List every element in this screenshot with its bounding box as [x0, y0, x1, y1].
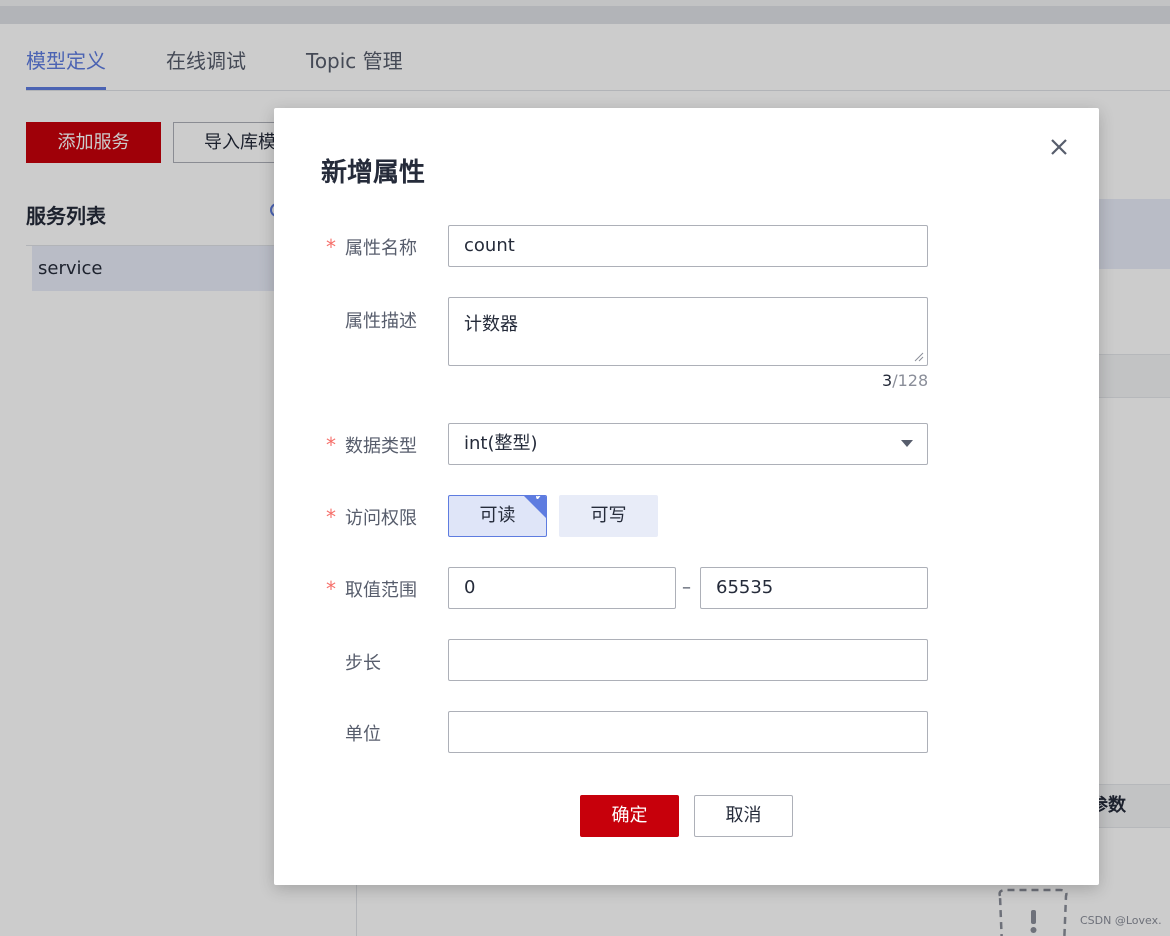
unit-input[interactable]	[448, 711, 928, 753]
range-separator: –	[682, 577, 691, 598]
property-name-label: 属性名称	[345, 238, 417, 259]
step-label: 步长	[345, 653, 381, 674]
access-read-label: 可读	[479, 505, 516, 526]
range-max-input[interactable]: 65535	[700, 567, 928, 609]
step-input[interactable]	[448, 639, 928, 681]
data-type-select[interactable]: int(整型)	[448, 423, 928, 465]
property-name-input[interactable]: count	[448, 225, 928, 267]
access-write-option[interactable]: 可写	[559, 495, 658, 537]
value-range-label: 取值范围	[345, 580, 417, 601]
unit-label: 单位	[345, 724, 381, 745]
data-type-value: int(整型)	[464, 433, 538, 454]
required-mark: *	[326, 433, 336, 457]
access-write-label: 可写	[590, 505, 627, 526]
required-mark: *	[326, 235, 336, 259]
char-max: /128	[892, 371, 929, 390]
property-description-label: 属性描述	[345, 311, 417, 332]
cancel-button[interactable]: 取消	[694, 795, 793, 837]
required-mark: *	[326, 505, 336, 529]
confirm-button[interactable]: 确定	[580, 795, 679, 837]
resize-handle-icon[interactable]	[914, 352, 924, 362]
char-count: 3	[882, 371, 893, 390]
access-read-option[interactable]: 可读 ✔	[448, 495, 547, 537]
close-icon[interactable]	[1048, 136, 1070, 158]
chevron-down-icon	[901, 440, 913, 447]
dialog-title: 新增属性	[321, 158, 426, 188]
char-counter: 3/128	[882, 371, 928, 390]
description-value: 计数器	[464, 314, 518, 335]
property-description-textarea[interactable]: 计数器	[448, 297, 928, 366]
access-label: 访问权限	[345, 508, 417, 529]
check-icon: ✔	[534, 495, 544, 503]
required-mark: *	[326, 577, 336, 601]
add-property-dialog: 新增属性 * 属性名称 count 属性描述 计数器 3/128 * 数据类型 …	[274, 108, 1099, 885]
data-type-label: 数据类型	[345, 436, 417, 457]
range-min-input[interactable]: 0	[448, 567, 676, 609]
